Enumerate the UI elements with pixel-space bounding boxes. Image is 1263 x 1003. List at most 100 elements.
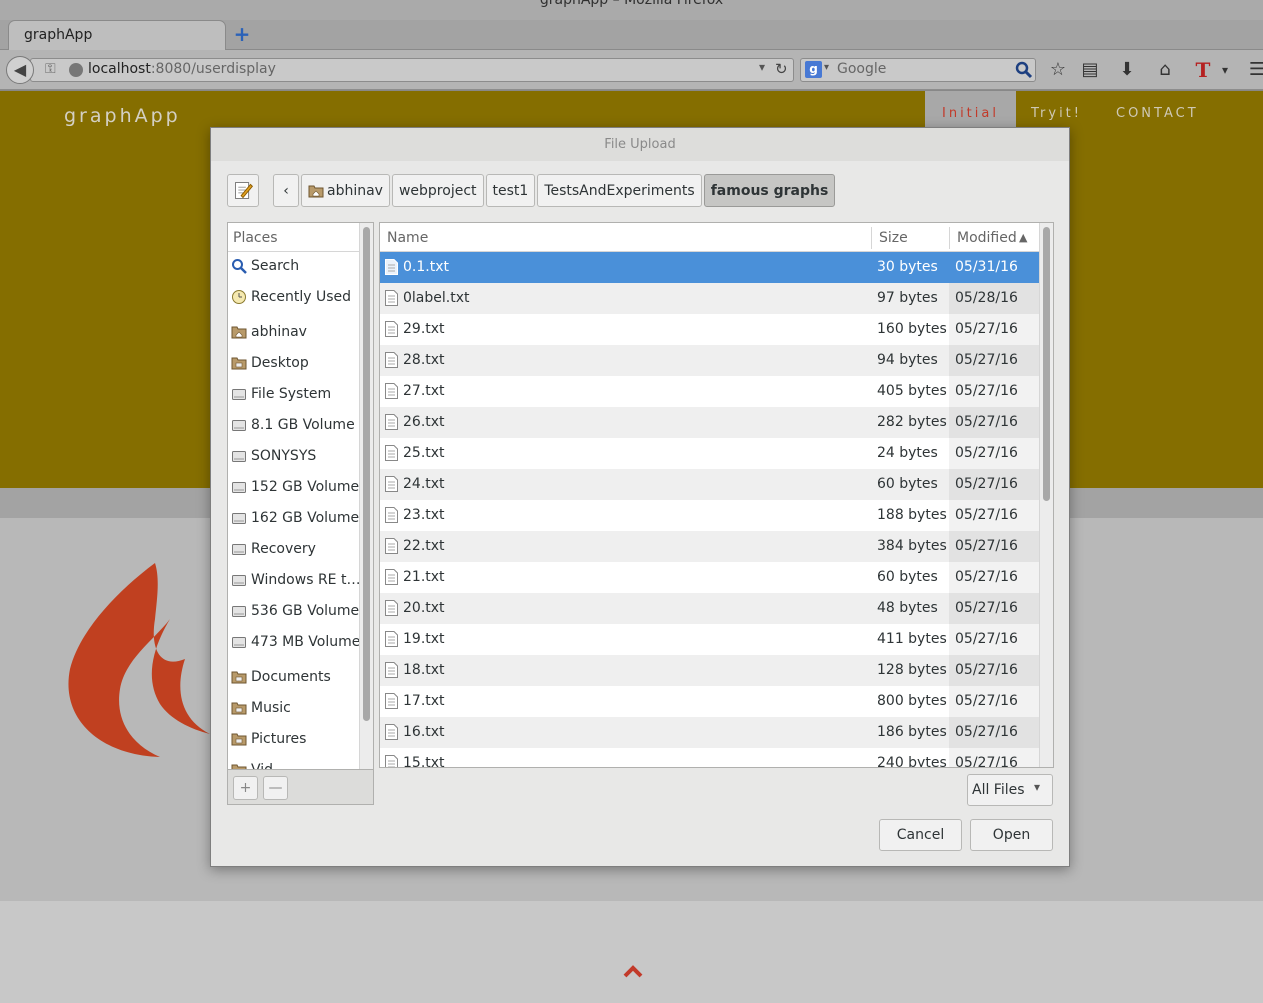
magnifier-icon[interactable] <box>1015 61 1033 79</box>
reload-icon[interactable]: ↻ <box>775 60 788 78</box>
file-row[interactable]: 19.txt 411 bytes 05/27/16 <box>380 624 1041 655</box>
column-name-header[interactable]: Name <box>387 230 428 246</box>
file-size: 60 bytes <box>877 569 938 585</box>
file-list-scroll-thumb[interactable] <box>1043 227 1050 501</box>
sidebar-item-recovery[interactable]: Recovery <box>228 536 359 562</box>
sidebar-item-label: abhinav <box>251 324 307 340</box>
file-size: 160 bytes <box>877 321 947 337</box>
file-row[interactable]: 15.txt 240 bytes 05/27/16 <box>380 748 1041 767</box>
file-row[interactable]: 27.txt 405 bytes 05/27/16 <box>380 376 1041 407</box>
menu-icon[interactable]: ☰ <box>1244 57 1263 83</box>
sidebar-item-536-gb-volume[interactable]: 536 GB Volume <box>228 598 359 624</box>
sidebar-item-label: Music <box>251 700 291 716</box>
file-modified: 05/27/16 <box>955 538 1018 554</box>
file-size: 30 bytes <box>877 259 938 275</box>
file-row[interactable]: 21.txt 60 bytes 05/27/16 <box>380 562 1041 593</box>
sidebar-item-162-gb-volume[interactable]: 162 GB Volume <box>228 505 359 531</box>
file-row[interactable]: 29.txt 160 bytes 05/27/16 <box>380 314 1041 345</box>
sidebar-item-sonysys[interactable]: SONYSYS <box>228 443 359 469</box>
window-title: graphApp – Mozilla Firefox <box>539 0 724 8</box>
sidebar-item-label: 8.1 GB Volume <box>251 417 355 433</box>
browser-tab[interactable]: graphApp <box>8 20 226 50</box>
file-row[interactable]: 26.txt 282 bytes 05/27/16 <box>380 407 1041 438</box>
cancel-button[interactable]: Cancel <box>879 819 962 851</box>
sidebar-item-8-1-gb-volume[interactable]: 8.1 GB Volume <box>228 412 359 438</box>
downloads-icon[interactable]: ⬇ <box>1114 57 1140 83</box>
file-type-filter[interactable]: All Files ▾ <box>967 774 1053 806</box>
file-row[interactable]: 17.txt 800 bytes 05/27/16 <box>380 686 1041 717</box>
scroll-up-chevron-icon[interactable] <box>622 963 644 979</box>
sidebar-item-desktop[interactable]: Desktop <box>228 350 359 376</box>
url-text[interactable]: localhost:8080/userdisplay <box>88 61 276 77</box>
path-bar: ‹ abhinav webproject test1 TestsAndExper… <box>273 174 837 207</box>
file-row[interactable]: 28.txt 94 bytes 05/27/16 <box>380 345 1041 376</box>
text-file-icon <box>385 383 398 399</box>
sidebar-item-label: Search <box>251 258 300 274</box>
file-row[interactable]: 24.txt 60 bytes 05/27/16 <box>380 469 1041 500</box>
nav-contact[interactable]: CONTACT <box>1116 106 1199 121</box>
file-size: 128 bytes <box>877 662 947 678</box>
bookmark-star-icon[interactable]: ☆ <box>1045 57 1071 83</box>
open-button[interactable]: Open <box>970 819 1053 851</box>
google-engine-icon[interactable]: g <box>805 61 822 78</box>
add-bookmark-button[interactable]: + <box>233 776 258 800</box>
sidebar-item-abhinav[interactable]: abhinav <box>228 319 359 345</box>
file-row[interactable]: 0label.txt 97 bytes 05/28/16 <box>380 283 1041 314</box>
text-file-icon <box>385 662 398 678</box>
sidebar-item-473-mb-volume[interactable]: 473 MB Volume <box>228 629 359 655</box>
url-dropdown-icon[interactable]: ▾ <box>759 60 765 74</box>
url-bar[interactable]: ⚿ localhost:8080/userdisplay ▾ ↻ <box>30 58 794 82</box>
text-file-icon <box>385 538 398 554</box>
column-divider <box>871 227 872 249</box>
engine-dropdown-icon[interactable]: ▾ <box>824 62 829 73</box>
sidebar-item-pictures[interactable]: Pictures <box>228 726 359 752</box>
sidebar-item-label: Windows RE t… <box>251 572 359 588</box>
file-row[interactable]: 18.txt 128 bytes 05/27/16 <box>380 655 1041 686</box>
file-row[interactable]: 16.txt 186 bytes 05/27/16 <box>380 717 1041 748</box>
sidebar-item-search[interactable]: Search <box>228 253 359 279</box>
sidebar-item-vid[interactable]: Vid… <box>228 757 359 769</box>
sidebar-item-file-system[interactable]: File System <box>228 381 359 407</box>
remove-bookmark-button[interactable]: — <box>263 776 288 800</box>
path-back-button[interactable]: ‹ <box>273 174 299 207</box>
back-arrow-icon[interactable]: ◀ <box>6 56 34 84</box>
key-icon[interactable]: ⚿ <box>45 61 56 77</box>
sidebar-item-music[interactable]: Music <box>228 695 359 721</box>
sidebar-item-documents[interactable]: Documents <box>228 664 359 690</box>
sidebar-item-windows-re-t[interactable]: Windows RE t… <box>228 567 359 593</box>
file-row[interactable]: 22.txt 384 bytes 05/27/16 <box>380 531 1041 562</box>
folder-icon <box>231 702 247 715</box>
path-crumb-home[interactable]: abhinav <box>301 174 390 207</box>
places-scrollbar[interactable] <box>359 223 373 769</box>
places-scroll-thumb[interactable] <box>363 227 370 721</box>
home-icon[interactable]: ⌂ <box>1152 57 1178 83</box>
path-crumb-current[interactable]: famous graphs <box>703 174 836 207</box>
search-placeholder[interactable]: Google <box>837 61 886 77</box>
file-modified: 05/28/16 <box>955 290 1018 306</box>
search-icon <box>232 259 247 274</box>
sidebar-item-152-gb-volume[interactable]: 152 GB Volume <box>228 474 359 500</box>
file-row[interactable]: 0.1.txt 30 bytes 05/31/16 <box>380 252 1041 283</box>
column-modified-header[interactable]: Modified <box>957 230 1017 246</box>
file-name: 27.txt <box>403 383 445 399</box>
column-size-header[interactable]: Size <box>879 230 908 246</box>
file-modified: 05/27/16 <box>955 631 1018 647</box>
filter-value: All Files <box>972 782 1025 798</box>
extension-dropdown-icon[interactable]: ▾ <box>1212 57 1238 83</box>
path-crumb[interactable]: test1 <box>485 174 536 207</box>
type-location-button[interactable] <box>227 174 259 207</box>
file-row[interactable]: 25.txt 24 bytes 05/27/16 <box>380 438 1041 469</box>
path-crumb[interactable]: webproject <box>391 174 484 207</box>
path-crumb[interactable]: TestsAndExperiments <box>537 174 702 207</box>
text-file-icon <box>385 755 398 767</box>
bookmarks-list-icon[interactable]: ▤ <box>1077 57 1103 83</box>
new-tab-plus-icon[interactable]: + <box>232 24 252 44</box>
sidebar-item-recently-used[interactable]: Recently Used <box>228 284 359 310</box>
file-row[interactable]: 20.txt 48 bytes 05/27/16 <box>380 593 1041 624</box>
search-bar[interactable]: g ▾ Google <box>800 58 1036 82</box>
file-modified: 05/27/16 <box>955 352 1018 368</box>
nav-tryit[interactable]: Tryit! <box>1031 106 1082 121</box>
site-brand[interactable]: graphApp <box>64 105 181 127</box>
file-row[interactable]: 23.txt 188 bytes 05/27/16 <box>380 500 1041 531</box>
file-list-scrollbar[interactable] <box>1039 223 1053 767</box>
